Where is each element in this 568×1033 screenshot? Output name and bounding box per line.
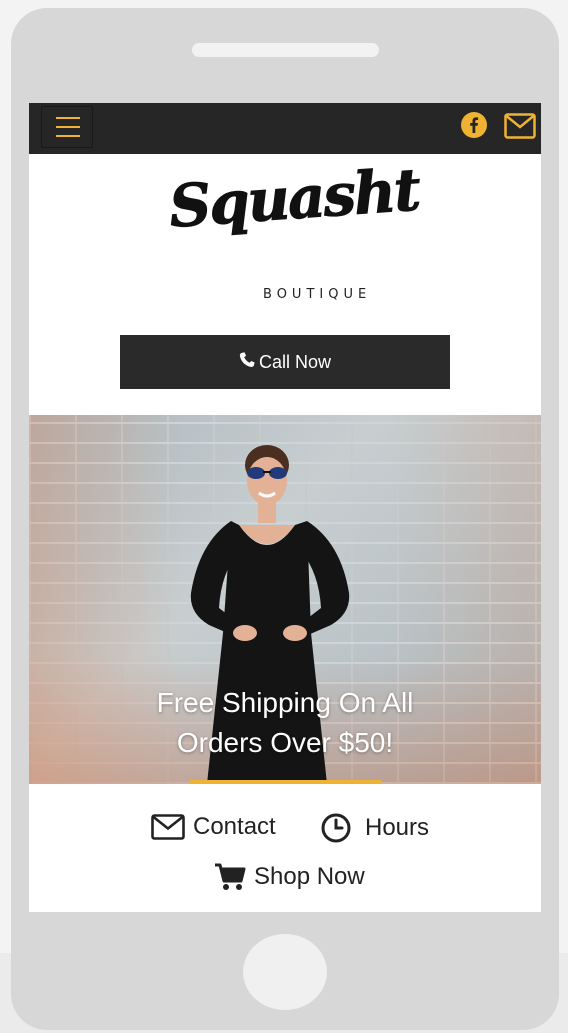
shopping-cart-icon xyxy=(215,863,246,890)
boutique-logo[interactable]: Squasht BOUTIQUE xyxy=(163,155,422,308)
hours-link[interactable]: Hours xyxy=(321,813,429,843)
phone-screen: Squasht BOUTIQUE Call Now Free Shipping … xyxy=(29,103,541,912)
contact-link[interactable]: Contact xyxy=(151,813,276,841)
hero-caption-line-2: Orders Over $50! xyxy=(176,727,394,758)
phone-home-button xyxy=(243,934,327,1010)
phone-speaker xyxy=(192,43,379,57)
logo-script-text: Squasht xyxy=(167,155,422,241)
shop-now-label: Shop Now xyxy=(254,863,365,890)
phone-icon xyxy=(239,352,255,368)
mail-icon[interactable] xyxy=(504,113,536,139)
clock-icon xyxy=(321,813,351,843)
hero-caption: Free Shipping On All Orders Over $50! xyxy=(29,683,541,763)
logo-subtitle: BOUTIQUE xyxy=(263,287,372,302)
hero-accent-bar xyxy=(190,780,381,784)
envelope-icon xyxy=(151,814,185,840)
contact-label: Contact xyxy=(193,813,276,840)
top-navbar xyxy=(29,103,541,154)
facebook-icon[interactable] xyxy=(461,112,487,138)
hero-banner[interactable]: Free Shipping On All Orders Over $50! xyxy=(29,415,541,784)
hero-caption-line-1: Free Shipping On All xyxy=(156,687,414,718)
hamburger-menu-button[interactable] xyxy=(41,106,93,148)
call-now-label: Call Now xyxy=(258,351,332,372)
hours-label: Hours xyxy=(365,814,430,841)
call-now-button[interactable]: Call Now xyxy=(120,335,450,389)
shop-now-link[interactable]: Shop Now xyxy=(214,863,365,891)
phone-frame: Squasht BOUTIQUE Call Now Free Shipping … xyxy=(11,8,559,1030)
